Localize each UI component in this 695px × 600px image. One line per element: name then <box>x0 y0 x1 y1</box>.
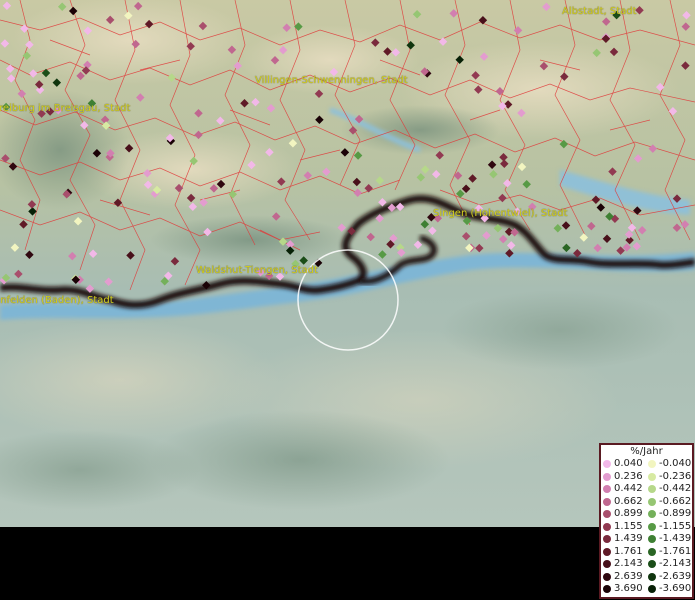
legend-swatch <box>648 560 656 568</box>
bottom-bar <box>0 527 695 600</box>
legend-value: -2.143 <box>659 558 692 569</box>
legend-swatch <box>603 460 611 468</box>
legend: %/Jahr 0.040 -0.040 0.236 -0.236 0.442 -0.442… <box>599 443 694 599</box>
legend-value: -1.439 <box>659 533 692 544</box>
legend-value: 0.442 <box>614 483 643 494</box>
legend-title: %/Jahr <box>630 446 663 457</box>
legend-swatch <box>648 547 656 556</box>
legend-swatch <box>648 497 656 506</box>
legend-value: 0.662 <box>614 495 643 507</box>
legend-swatch <box>648 522 656 531</box>
legend-swatch <box>603 585 611 593</box>
legend-swatch <box>603 485 611 493</box>
legend-swatch <box>648 472 656 481</box>
legend-value: 0.236 <box>614 470 643 482</box>
legend-value: -2.639 <box>659 570 692 582</box>
legend-value: -3.690 <box>659 583 692 594</box>
legend-value: 0.040 <box>614 458 643 469</box>
city-label-villingen-schwenningen[interactable]: Villingen-Schwenningen, Stadt <box>255 75 408 86</box>
city-label-freiburg[interactable]: Freiburg im Breisgau, Stadt <box>0 103 130 114</box>
legend-swatch <box>648 460 656 468</box>
legend-swatch <box>603 510 611 518</box>
legend-value: 1.439 <box>614 533 643 544</box>
legend-swatch <box>648 572 656 581</box>
legend-swatch <box>603 497 611 506</box>
legend-value: -1.155 <box>659 520 692 532</box>
legend-value: 2.639 <box>614 570 643 582</box>
city-label-albstadt[interactable]: Albstadt, Stadt <box>562 6 637 17</box>
city-label-waldshut-tiengen[interactable]: Waldshut-Tiengen, Stadt <box>196 265 318 276</box>
legend-value: -0.442 <box>659 483 692 494</box>
legend-value: 0.899 <box>614 508 643 519</box>
legend-swatch <box>603 547 611 556</box>
legend-value: 1.761 <box>614 545 643 557</box>
legend-swatch <box>603 522 611 531</box>
legend-swatch <box>648 585 656 593</box>
city-label-singen[interactable]: Singen (Hohentwiel), Stadt <box>433 208 568 219</box>
legend-value: 1.155 <box>614 520 643 532</box>
legend-swatch <box>648 535 656 543</box>
city-label-rheinfelden[interactable]: Rheinfelden (Baden), Stadt <box>0 295 114 306</box>
legend-swatch <box>603 472 611 481</box>
legend-value: 2.143 <box>614 558 643 569</box>
legend-swatch <box>603 572 611 581</box>
legend-value: -0.662 <box>659 495 692 507</box>
legend-value: -0.899 <box>659 508 692 519</box>
legend-swatch <box>648 510 656 518</box>
legend-value: -0.236 <box>659 470 692 482</box>
legend-rows: 0.040 -0.040 0.236 -0.236 0.442 -0.442 0.662 -0… <box>601 458 692 598</box>
map-view[interactable]: Albstadt, Stadt Villingen-Schwenningen, … <box>0 0 695 527</box>
legend-value: -0.040 <box>659 458 692 469</box>
legend-swatch <box>603 535 611 543</box>
legend-swatch <box>603 560 611 568</box>
legend-value: 3.690 <box>614 583 643 594</box>
legend-value: -1.761 <box>659 545 692 557</box>
legend-swatch <box>648 485 656 493</box>
